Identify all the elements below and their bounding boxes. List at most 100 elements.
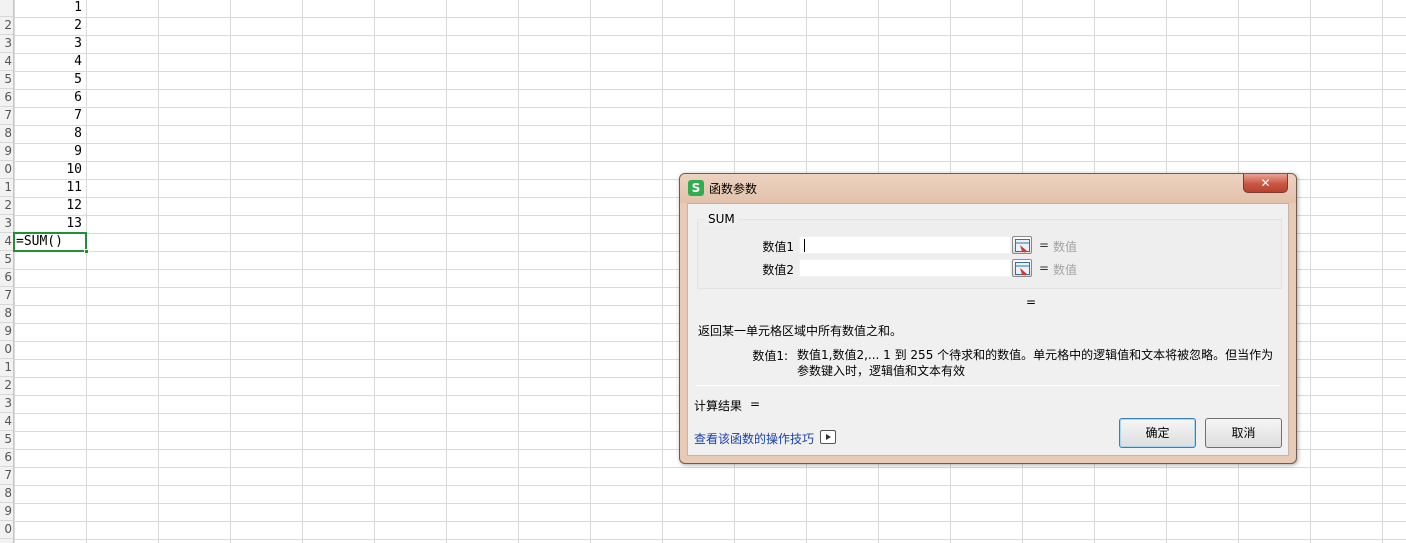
row-header[interactable]: 9: [0, 143, 13, 161]
row-number: 2: [4, 378, 12, 392]
cell-value[interactable]: 11: [14, 179, 84, 197]
arg2-hint: 数值: [1053, 263, 1078, 277]
wps-sheet-icon: S: [688, 180, 704, 196]
row-header[interactable]: 3: [0, 215, 13, 233]
active-cell-formula: =SUM(): [16, 234, 63, 249]
arg-help-text: 数值1,数值2,... 1 到 255 个待求和的数值。单元格中的逻辑值和文本将…: [797, 348, 1274, 378]
range-select-icon: [1015, 262, 1030, 276]
row-number: 0: [4, 522, 12, 536]
row-header[interactable]: 7: [0, 467, 13, 485]
row-number: 2: [4, 18, 12, 32]
row-number: 6: [4, 90, 12, 104]
arg2-label: 数值2: [762, 263, 794, 277]
ok-button[interactable]: 确定: [1119, 418, 1196, 448]
row-header[interactable]: 6: [0, 89, 13, 107]
row-header[interactable]: 9: [0, 503, 13, 521]
row-header[interactable]: 6: [0, 269, 13, 287]
close-icon: ✕: [1260, 176, 1271, 190]
row-number: 4: [4, 234, 12, 248]
row-gridline: [14, 521, 1406, 522]
cell-value[interactable]: 12: [14, 197, 84, 215]
arg1-input[interactable]: [799, 236, 1011, 254]
function-tips-link[interactable]: 查看该函数的操作技巧: [694, 430, 814, 447]
row-number: 0: [4, 342, 12, 356]
row-header[interactable]: 2: [0, 197, 13, 215]
cell-value[interactable]: 6: [14, 89, 84, 107]
row-number: 6: [4, 450, 12, 464]
row-header[interactable]: 8: [0, 125, 13, 143]
arg-help-label: 数值1:: [752, 349, 788, 363]
row-header[interactable]: 0: [0, 161, 13, 179]
row-number: 7: [4, 108, 12, 122]
row-header[interactable]: 3: [0, 395, 13, 413]
row-header[interactable]: 5: [0, 431, 13, 449]
row-header[interactable]: 2: [0, 377, 13, 395]
column-gridline: [302, 0, 303, 543]
row-number: 9: [4, 144, 12, 158]
row-header[interactable]: [0, 0, 13, 17]
row-header[interactable]: 4: [0, 53, 13, 71]
close-button[interactable]: ✕: [1243, 174, 1288, 193]
column-gridline: [158, 0, 159, 543]
row-header[interactable]: 6: [0, 449, 13, 467]
row-header[interactable]: 3: [0, 35, 13, 53]
row-number: 7: [4, 468, 12, 482]
fill-handle[interactable]: [84, 249, 89, 254]
row-gridline: [14, 125, 1406, 126]
video-play-icon[interactable]: [820, 430, 836, 444]
row-header[interactable]: 7: [0, 287, 13, 305]
arg1-collapse-button[interactable]: [1012, 236, 1032, 254]
cell-value[interactable]: 7: [14, 107, 84, 125]
cell-value[interactable]: 10: [14, 161, 84, 179]
column-gridline: [590, 0, 591, 543]
row-number: 0: [4, 162, 12, 176]
cell-value[interactable]: 9: [14, 143, 84, 161]
active-cell[interactable]: =SUM(): [13, 232, 89, 254]
dialog-titlebar[interactable]: S 函数参数 ✕: [680, 174, 1296, 203]
arg1-equals: =: [1039, 238, 1050, 252]
row-header[interactable]: 5: [0, 71, 13, 89]
cell-value[interactable]: 4: [14, 53, 84, 71]
row-gridline: [14, 503, 1406, 504]
row-number: 4: [4, 414, 12, 428]
row-header[interactable]: 1: [0, 179, 13, 197]
column-gridline: [86, 0, 87, 543]
function-name: SUM: [705, 212, 738, 226]
row-number: 5: [4, 432, 12, 446]
formula-result-equals: =: [1026, 295, 1037, 309]
cell-value[interactable]: 5: [14, 71, 84, 89]
row-header[interactable]: 8: [0, 305, 13, 323]
row-header[interactable]: 9: [0, 323, 13, 341]
row-header[interactable]: 8: [0, 485, 13, 503]
row-number: 8: [4, 126, 12, 140]
arg2-input[interactable]: [799, 259, 1011, 277]
function-arguments-dialog: S 函数参数 ✕ 数值1 = 数值 数值2 = 数值 SUM = 返回某一单元格…: [679, 173, 1297, 464]
arg1-hint: 数值: [1053, 240, 1078, 254]
row-header[interactable]: 4: [0, 413, 13, 431]
row-header[interactable]: 1: [0, 359, 13, 377]
row-number: 5: [4, 72, 12, 86]
column-gridline: [518, 0, 519, 543]
row-gridline: [14, 17, 1406, 18]
calc-result-equals: =: [750, 397, 761, 411]
dialog-body: 数值1 = 数值 数值2 = 数值 SUM = 返回某一单元格区域中所有数值之和…: [687, 203, 1289, 456]
row-header[interactable]: 0: [0, 521, 13, 539]
column-gridline: [1310, 0, 1311, 543]
cell-value[interactable]: 2: [14, 17, 84, 35]
row-headers[interactable]: 2 3 4 5 6 7 8 9 0 1 2 3 4 5 6 7 8 9 0 1 2 3 4 5 6 7 8 9 0: [0, 0, 14, 543]
row-gridline: [14, 107, 1406, 108]
row-header[interactable]: 5: [0, 251, 13, 269]
row-header[interactable]: 2: [0, 17, 13, 35]
column-gridline: [662, 0, 663, 543]
column-gridline: [374, 0, 375, 543]
row-header[interactable]: 4: [0, 233, 13, 251]
cell-value[interactable]: 3: [14, 35, 84, 53]
row-header[interactable]: 7: [0, 107, 13, 125]
cell-value[interactable]: 13: [14, 215, 84, 233]
row-gridline: [14, 539, 1406, 540]
row-header[interactable]: 0: [0, 341, 13, 359]
cancel-button[interactable]: 取消: [1205, 418, 1282, 448]
cell-value[interactable]: 1: [14, 0, 84, 17]
cell-value[interactable]: 8: [14, 125, 84, 143]
arg2-collapse-button[interactable]: [1012, 259, 1032, 277]
